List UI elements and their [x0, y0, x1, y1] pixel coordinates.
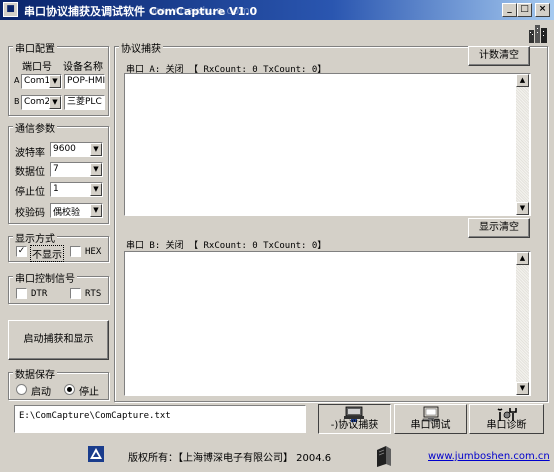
col-device-header: 设备名称 [63, 62, 103, 73]
app-icon: ■ [3, 2, 18, 17]
start-capture-button[interactable]: 启动捕获和显示 [8, 320, 109, 360]
parity-select[interactable]: 偶校验 ▼ [50, 203, 103, 218]
data-bits-select[interactable]: 7 ▼ [50, 162, 103, 177]
device-b-field[interactable]: 三菱PLC [64, 95, 105, 110]
save-stop-radio[interactable] [64, 384, 75, 395]
port-b-scrollbar[interactable]: ▲ ▼ [516, 252, 529, 395]
hide-label: 不显示 [30, 245, 64, 262]
rts-checkbox[interactable] [70, 288, 81, 299]
save-start-label: 启动 [31, 387, 51, 398]
minimize-button[interactable]: _ [502, 3, 517, 17]
port-a-textarea[interactable] [124, 73, 531, 216]
scroll-down-icon[interactable]: ▼ [516, 382, 529, 395]
port-b-select[interactable]: Com2 ▼ [21, 95, 62, 110]
chevron-down-icon: ▼ [49, 75, 61, 88]
diag-tool-label: 串口诊断 [486, 420, 527, 431]
save-stop-label: 停止 [79, 387, 99, 398]
control-signals-title: 串口控制信号 [13, 270, 77, 285]
stop-bits-label: 停止位 [15, 187, 45, 198]
capture-tool-label: -)协议捕获 [330, 420, 379, 431]
scroll-up-icon[interactable]: ▲ [516, 74, 529, 87]
scroll-up-icon[interactable]: ▲ [516, 252, 529, 265]
building-logo-icon [529, 25, 547, 43]
baud-label: 波特率 [15, 148, 45, 159]
hex-checkbox[interactable] [70, 246, 81, 257]
hide-checkbox[interactable]: ✓ [16, 246, 27, 257]
port-b-textarea[interactable] [124, 251, 531, 396]
row-a-label: A [14, 76, 20, 85]
dtr-label: DTR [31, 289, 48, 299]
baud-select[interactable]: 9600 ▼ [50, 142, 103, 157]
diag-tool-button[interactable]: 串口诊断 [469, 404, 544, 434]
chevron-down-icon: ▼ [49, 96, 61, 109]
device-a-field[interactable]: POP-HMI [64, 74, 105, 89]
chevron-down-icon: ▼ [90, 204, 102, 217]
comm-params-title: 通信参数 [13, 120, 57, 135]
book-icon [377, 446, 391, 467]
save-start-radio[interactable] [16, 384, 27, 395]
copyright-text: 版权所有：【上海博深电子有限公司】 2004.6 [128, 453, 332, 464]
hex-label: HEX [85, 247, 102, 257]
watermark: www.newhua.com [150, 4, 250, 17]
data-save-title: 数据保存 [13, 366, 57, 381]
dtr-checkbox[interactable] [16, 288, 27, 299]
port-a-select[interactable]: Com1 ▼ [21, 74, 62, 89]
port-b-status: 串口 B: 关闭 【 RxCount: 0 TxCount: 0】 [126, 241, 327, 251]
title-bar[interactable]: ■ 串口协议捕获及调试软件 ComCapture V1.0 www.newhua… [0, 0, 554, 20]
website-link[interactable]: www.jumboshen.com.cn [428, 451, 550, 462]
col-port-header: 端口号 [22, 62, 52, 73]
port-config-title: 串口配置 [13, 40, 57, 55]
file-path-field[interactable]: E:\ComCapture\ComCapture.txt [14, 405, 306, 433]
capture-tool-button[interactable]: -)协议捕获 [318, 404, 391, 434]
chevron-down-icon: ▼ [90, 163, 102, 176]
rts-label: RTS [85, 289, 102, 299]
capture-title: 协议捕获 [119, 40, 163, 55]
clear-count-button[interactable]: 计数清空 [468, 46, 530, 66]
row-b-label: B [14, 97, 20, 106]
clear-display-button[interactable]: 显示清空 [468, 218, 530, 238]
scroll-down-icon[interactable]: ▼ [516, 202, 529, 215]
port-a-scrollbar[interactable]: ▲ ▼ [516, 74, 529, 215]
close-button[interactable]: × [535, 3, 550, 17]
parity-label: 校验码 [15, 208, 45, 219]
stop-bits-select[interactable]: 1 ▼ [50, 182, 103, 197]
data-bits-label: 数据位 [15, 167, 45, 178]
chevron-down-icon: ▼ [90, 143, 102, 156]
maximize-button[interactable]: □ [517, 3, 532, 17]
display-mode-title: 显示方式 [13, 230, 57, 245]
company-logo-icon [88, 446, 104, 462]
debug-tool-label: 串口调试 [410, 420, 451, 431]
debug-tool-button[interactable]: 串口调试 [394, 404, 467, 434]
chevron-down-icon: ▼ [90, 183, 102, 196]
